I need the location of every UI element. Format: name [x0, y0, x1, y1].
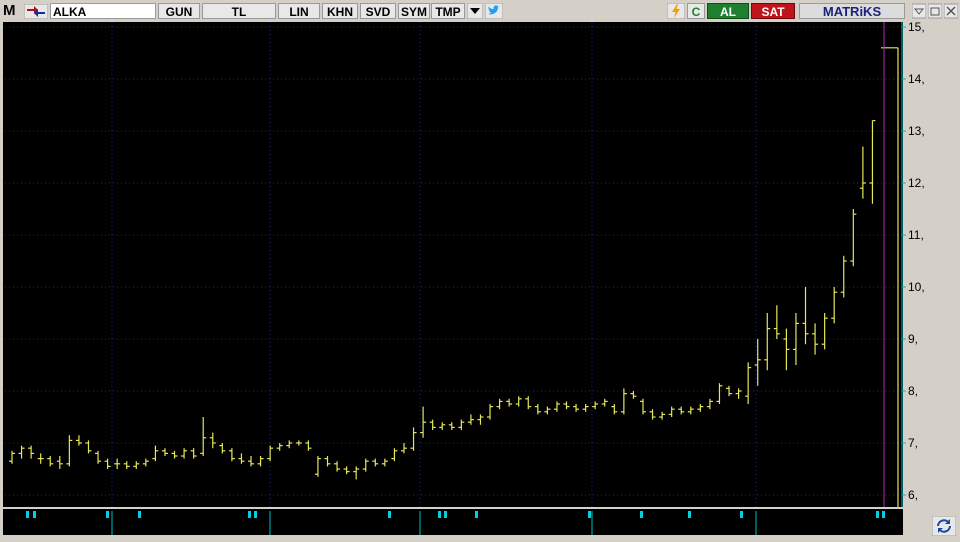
y-tick-label: 13,: [908, 124, 925, 138]
lightning-icon[interactable]: [667, 3, 685, 19]
x-tick-label: Haz25: [272, 520, 307, 534]
toolbar: M ALKA GUN TL LIN KHN SVD SYM TMP C AL S…: [0, 0, 960, 23]
period-button[interactable]: GUN: [158, 3, 200, 19]
event-marker: [248, 511, 251, 518]
y-tick-label: 11,: [908, 228, 924, 242]
event-marker: [876, 511, 879, 518]
event-marker: [138, 511, 141, 518]
y-tick-label: 14,: [908, 72, 925, 86]
event-marker: [882, 511, 885, 518]
matriks-logo: M: [3, 2, 16, 19]
x-tick-label: Eyl25: [760, 520, 790, 534]
restore-icon[interactable]: [928, 3, 942, 19]
event-marker: [26, 511, 29, 518]
event-marker: [444, 511, 447, 518]
y-tick-label: 10,: [908, 280, 925, 294]
event-marker: [388, 511, 391, 518]
y-tick-label: 9,: [908, 332, 918, 346]
scale-button[interactable]: LIN: [278, 3, 320, 19]
y-tick-label: 6,: [908, 488, 918, 502]
x-tick-label: Ağu25: [596, 520, 631, 534]
event-marker: [33, 511, 36, 518]
event-marker: [688, 511, 691, 518]
event-marker: [254, 511, 257, 518]
close-icon[interactable]: [944, 3, 958, 19]
y-tick-label: 12,: [908, 176, 925, 190]
event-marker: [740, 511, 743, 518]
event-marker: [438, 511, 441, 518]
buy-button[interactable]: AL: [707, 3, 749, 19]
tmp-button[interactable]: TMP: [431, 3, 465, 19]
y-tick-label: 8,: [908, 384, 918, 398]
swap-icon[interactable]: [24, 4, 48, 19]
event-marker: [640, 511, 643, 518]
price-chart[interactable]: 6, 7, 8, 9, 10, 11, 12, 13, 14, 15, May25 Haz25 Tem…: [0, 20, 960, 537]
svd-button[interactable]: SVD: [360, 3, 396, 19]
c-button[interactable]: C: [687, 3, 705, 19]
khn-button[interactable]: KHN: [322, 3, 358, 19]
x-tick-label: Tem25: [422, 520, 458, 534]
refresh-icon[interactable]: [932, 516, 956, 536]
event-marker: [475, 511, 478, 518]
sell-button[interactable]: SAT: [751, 3, 795, 19]
twitter-icon[interactable]: [485, 3, 503, 19]
chart-area[interactable]: 6, 7, 8, 9, 10, 11, 12, 13, 14, 15, May25 Haz25 Tem…: [0, 20, 960, 537]
dropdown-icon[interactable]: [467, 3, 483, 19]
symbol-input[interactable]: ALKA: [50, 3, 156, 19]
event-marker: [588, 511, 591, 518]
y-tick-label: 15,: [908, 22, 925, 34]
brand-label: MATRiKS: [799, 3, 905, 19]
event-marker: [106, 511, 109, 518]
y-tick-label: 7,: [908, 436, 918, 450]
minimize-icon[interactable]: [912, 3, 926, 19]
sym-button[interactable]: SYM: [398, 3, 430, 19]
x-tick-label: May25: [116, 520, 152, 534]
currency-button[interactable]: TL: [202, 3, 276, 19]
